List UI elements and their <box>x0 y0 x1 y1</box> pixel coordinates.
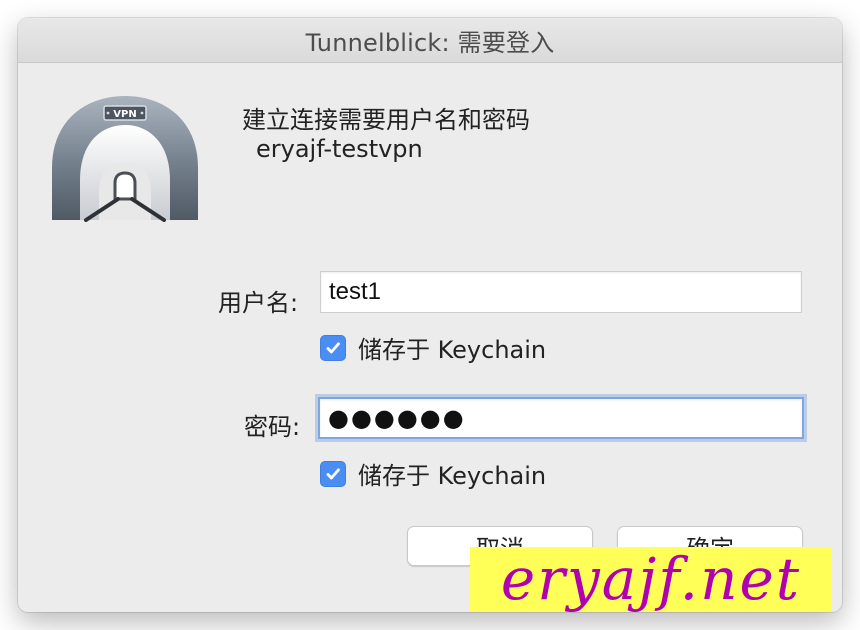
login-dialog: Tunnelblick: 需要登入 VPN 建立连接需要用户名和密码 eryaj… <box>18 18 842 612</box>
checkbox-checked-icon[interactable] <box>320 460 346 487</box>
connection-name: eryajf-testvpn <box>256 135 423 163</box>
save-password-keychain[interactable]: 储存于 Keychain <box>320 456 546 491</box>
save-password-label: 储存于 Keychain <box>358 462 547 490</box>
window-title: Tunnelblick: 需要登入 <box>18 18 842 63</box>
vpn-tunnel-icon: VPN <box>52 96 198 222</box>
password-field[interactable]: ●●●●●● <box>318 397 804 439</box>
save-username-keychain[interactable]: 储存于 Keychain <box>320 330 546 365</box>
checkbox-checked-icon[interactable] <box>320 334 346 361</box>
dialog-message-title: 建立连接需要用户名和密码 <box>242 106 530 134</box>
save-username-label: 储存于 Keychain <box>358 336 547 364</box>
vpn-label: VPN <box>113 109 136 120</box>
site-watermark: eryajf.net <box>470 547 832 611</box>
password-label: 密码: <box>244 413 301 441</box>
username-label: 用户名: <box>218 289 299 317</box>
username-field[interactable] <box>320 271 802 313</box>
